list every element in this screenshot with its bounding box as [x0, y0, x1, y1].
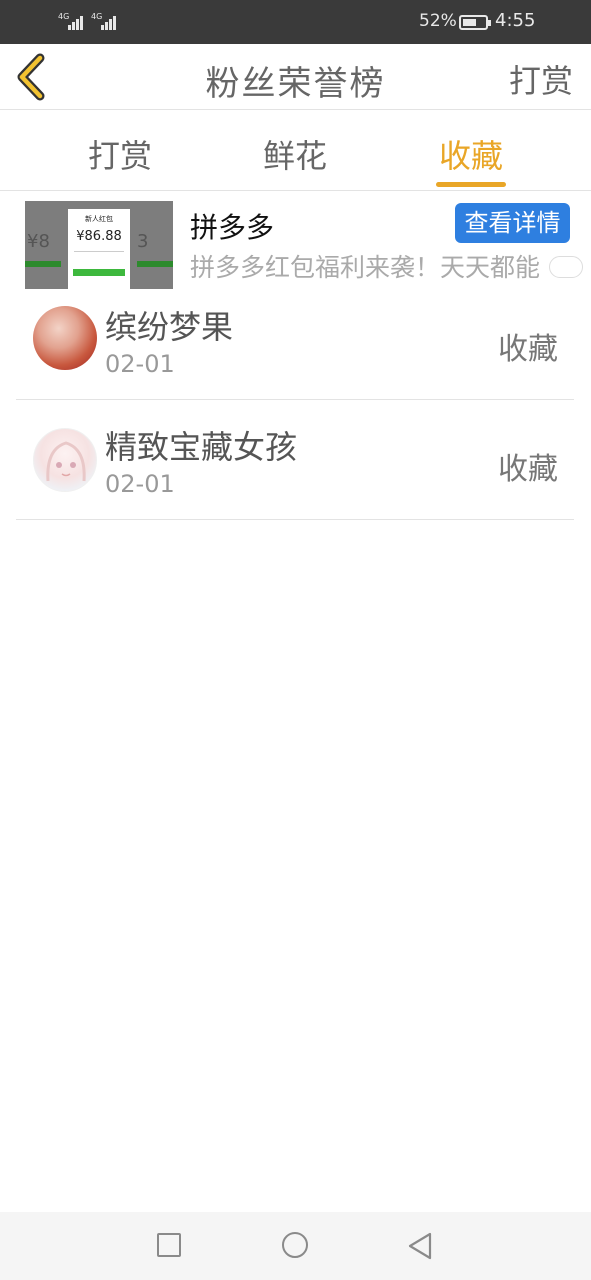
clock: 4:55: [495, 10, 536, 31]
list-item-date: 02-01: [105, 350, 175, 378]
list-item[interactable]: 精致宝藏女孩 02-01 收藏: [16, 400, 574, 520]
reward-link[interactable]: 打赏: [509, 56, 573, 102]
tab-flowers[interactable]: 鲜花: [262, 131, 328, 177]
list-item-name: 缤纷梦果: [105, 308, 234, 346]
tab-collect[interactable]: 收藏: [438, 131, 504, 177]
tab-active-indicator: [436, 182, 506, 187]
system-nav-bar: [0, 1212, 591, 1280]
list-item-date: 02-01: [105, 470, 175, 498]
page-title: 粉丝荣誉榜: [205, 64, 386, 104]
ad-thumbnail-card: 新人红包 ¥86.88: [68, 209, 130, 289]
list-item-action: 收藏: [498, 332, 558, 367]
circle-icon[interactable]: [282, 1232, 308, 1258]
avatar: [33, 306, 97, 370]
ad-description: 拼多多红包福利来袭！天天都能: [190, 253, 541, 282]
status-bar: 4G 4G 52% 4:55: [0, 0, 591, 44]
battery-icon: [459, 15, 491, 30]
ad-thumbnail[interactable]: ¥8 3 新人红包 ¥86.88: [25, 201, 173, 289]
view-details-button[interactable]: 查看详情: [455, 203, 570, 243]
list-item-action: 收藏: [498, 452, 558, 487]
square-icon[interactable]: [157, 1233, 181, 1257]
signal-icon-2: 4G: [91, 12, 121, 32]
tab-reward[interactable]: 打赏: [87, 131, 153, 177]
avatar-illustration: [46, 441, 86, 482]
signal-icon: 4G: [58, 12, 88, 32]
avatar: [33, 428, 97, 492]
ad-name: 拼多多: [190, 211, 275, 244]
battery-percent: 52%: [419, 11, 457, 31]
ad-card-title: 新人红包: [85, 215, 113, 223]
list-item-name: 精致宝藏女孩: [105, 428, 298, 466]
header: 粉丝荣誉榜 打赏: [0, 44, 591, 110]
tab-bar: 打赏 鲜花 收藏: [0, 111, 591, 191]
list-item[interactable]: 缤纷梦果 02-01 收藏: [16, 290, 574, 400]
ad-card-amount: ¥86.88: [76, 229, 122, 244]
ad-close-button[interactable]: [549, 256, 583, 278]
triangle-back-icon[interactable]: [406, 1231, 434, 1261]
ad-banner[interactable]: ¥8 3 新人红包 ¥86.88 拼多多 查看详情 拼多多红包福利来袭！天天都能: [0, 192, 591, 289]
